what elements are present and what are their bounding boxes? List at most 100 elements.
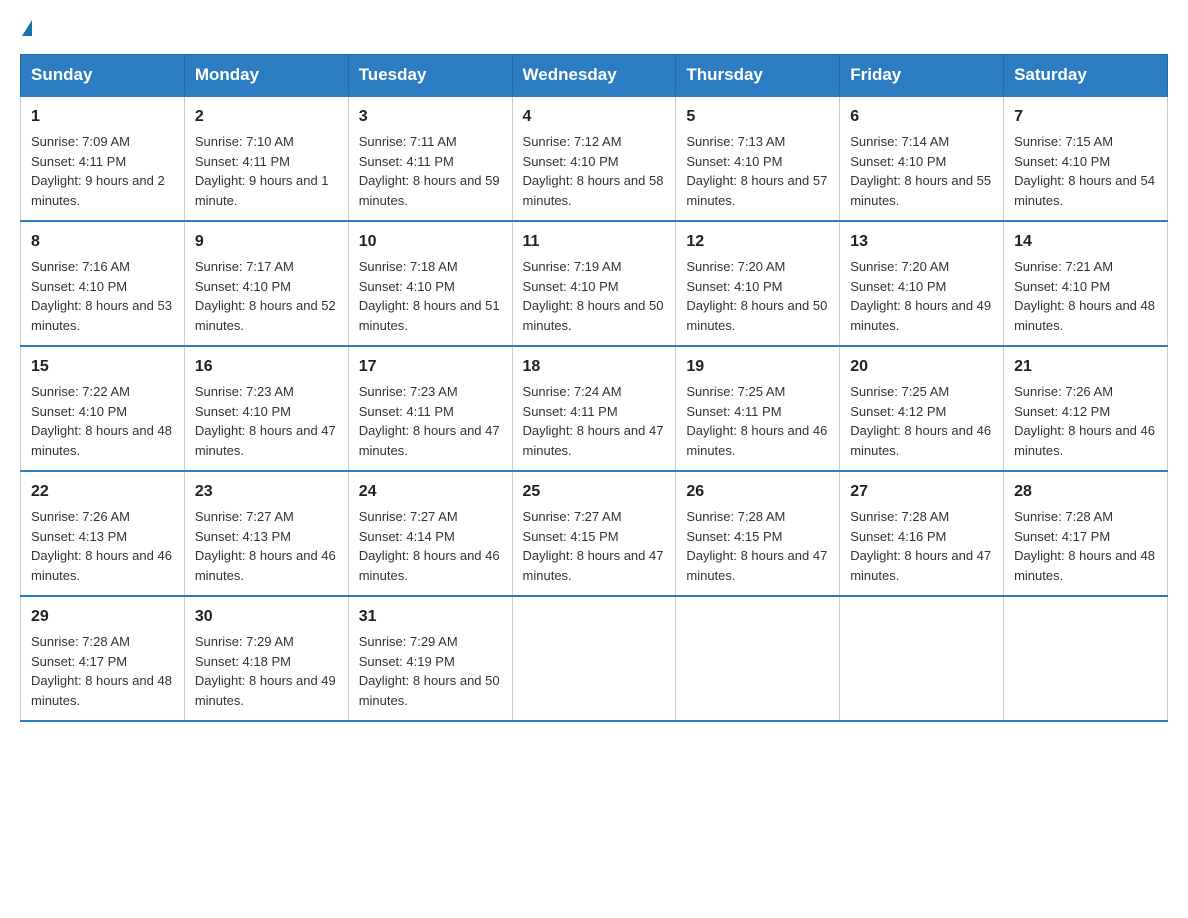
calendar-cell: 10 Sunrise: 7:18 AM Sunset: 4:10 PM Dayligh… xyxy=(348,221,512,346)
sunset-text: Sunset: 4:10 PM xyxy=(523,279,619,294)
sunrise-text: Sunrise: 7:25 AM xyxy=(850,384,949,399)
day-number: 12 xyxy=(686,230,829,254)
calendar-cell: 29Sunrise: 7:28 AMSunset: 4:17 PMDayligh… xyxy=(21,596,185,721)
day-number: 27 xyxy=(850,480,993,504)
sunset-text: Sunset: 4:10 PM xyxy=(195,404,291,419)
calendar-cell: 18Sunrise: 7:24 AMSunset: 4:11 PMDayligh… xyxy=(512,346,676,471)
sunset-text: Sunset: 4:10 PM xyxy=(686,154,782,169)
day-number: 3 xyxy=(359,105,502,129)
calendar-cell: 11Sunrise: 7:19 AMSunset: 4:10 PMDayligh… xyxy=(512,221,676,346)
sunrise-text: Sunrise: 7:23 AM xyxy=(359,384,458,399)
sunrise-text: Sunrise: 7:18 AM xyxy=(359,259,458,274)
sunrise-text: Sunrise: 7:11 AM xyxy=(359,134,457,149)
daylight-text: Daylight: 8 hours and 50 minutes. xyxy=(359,673,500,708)
daylight-text: Daylight: 8 hours and 47 minutes. xyxy=(686,548,827,583)
daylight-text: Daylight: 8 hours and 47 minutes. xyxy=(850,548,991,583)
sunrise-text: Sunrise: 7:12 AM xyxy=(523,134,622,149)
sunset-text: Sunset: 4:10 PM xyxy=(195,279,291,294)
page-header xyxy=(20,20,1168,36)
day-number: 20 xyxy=(850,355,993,379)
weekday-header-wednesday: Wednesday xyxy=(512,55,676,97)
sunset-text: Sunset: 4:11 PM xyxy=(523,404,618,419)
daylight-text: Daylight: 8 hours and 48 minutes. xyxy=(1014,548,1155,583)
day-number: 11 xyxy=(523,230,666,254)
sunset-text: Sunset: 4:11 PM xyxy=(359,154,454,169)
sunrise-text: Sunrise: 7:27 AM xyxy=(195,509,294,524)
sunset-text: Sunset: 4:14 PM xyxy=(359,529,455,544)
sunset-text: Sunset: 4:10 PM xyxy=(850,279,946,294)
calendar-cell: 9Sunrise: 7:17 AMSunset: 4:10 PMDaylight… xyxy=(184,221,348,346)
sunrise-text: Sunrise: 7:19 AM xyxy=(523,259,622,274)
calendar-cell: 23Sunrise: 7:27 AMSunset: 4:13 PMDayligh… xyxy=(184,471,348,596)
day-number: 14 xyxy=(1014,230,1157,254)
calendar-week-5: 29Sunrise: 7:28 AMSunset: 4:17 PMDayligh… xyxy=(21,596,1168,721)
day-number: 17 xyxy=(359,355,502,379)
sunrise-text: Sunrise: 7:17 AM xyxy=(195,259,294,274)
sunrise-text: Sunrise: 7:16 AM xyxy=(31,259,130,274)
daylight-text: Daylight: 8 hours and 46 minutes. xyxy=(195,548,336,583)
day-number: 21 xyxy=(1014,355,1157,379)
sunrise-text: Sunrise: 7:24 AM xyxy=(523,384,622,399)
day-number: 31 xyxy=(359,605,502,629)
calendar-table: SundayMondayTuesdayWednesdayThursdayFrid… xyxy=(20,54,1168,722)
calendar-cell: 8Sunrise: 7:16 AMSunset: 4:10 PMDaylight… xyxy=(21,221,185,346)
daylight-text: Daylight: 8 hours and 50 minutes. xyxy=(686,298,827,333)
sunset-text: Sunset: 4:17 PM xyxy=(1014,529,1110,544)
daylight-text: Daylight: 8 hours and 46 minutes. xyxy=(359,548,500,583)
day-number: 19 xyxy=(686,355,829,379)
calendar-cell xyxy=(512,596,676,721)
sunset-text: Sunset: 4:10 PM xyxy=(686,279,782,294)
calendar-cell: 26Sunrise: 7:28 AMSunset: 4:15 PMDayligh… xyxy=(676,471,840,596)
calendar-cell: 30Sunrise: 7:29 AMSunset: 4:18 PMDayligh… xyxy=(184,596,348,721)
daylight-text: Daylight: 8 hours and 46 minutes. xyxy=(850,423,991,458)
sunrise-text: Sunrise: 7:10 AM xyxy=(195,134,294,149)
sunrise-text: Sunrise: 7:27 AM xyxy=(359,509,458,524)
weekday-header-friday: Friday xyxy=(840,55,1004,97)
calendar-cell: 20Sunrise: 7:25 AMSunset: 4:12 PMDayligh… xyxy=(840,346,1004,471)
calendar-week-3: 15Sunrise: 7:22 AMSunset: 4:10 PMDayligh… xyxy=(21,346,1168,471)
day-number: 10 xyxy=(359,230,502,254)
daylight-text: Daylight: 8 hours and 51 minutes. xyxy=(359,298,500,333)
sunset-text: Sunset: 4:13 PM xyxy=(31,529,127,544)
sunset-text: Sunset: 4:10 PM xyxy=(523,154,619,169)
day-number: 7 xyxy=(1014,105,1157,129)
day-number: 9 xyxy=(195,230,338,254)
daylight-text: Daylight: 8 hours and 48 minutes. xyxy=(1014,298,1155,333)
sunrise-text: Sunrise: 7:25 AM xyxy=(686,384,785,399)
day-number: 8 xyxy=(31,230,174,254)
sunset-text: Sunset: 4:12 PM xyxy=(1014,404,1110,419)
sunset-text: Sunset: 4:10 PM xyxy=(359,279,455,294)
day-number: 13 xyxy=(850,230,993,254)
day-number: 28 xyxy=(1014,480,1157,504)
calendar-cell: 6Sunrise: 7:14 AMSunset: 4:10 PMDaylight… xyxy=(840,96,1004,221)
sunset-text: Sunset: 4:16 PM xyxy=(850,529,946,544)
calendar-cell: 21Sunrise: 7:26 AMSunset: 4:12 PMDayligh… xyxy=(1004,346,1168,471)
day-number: 16 xyxy=(195,355,338,379)
day-number: 5 xyxy=(686,105,829,129)
weekday-header-tuesday: Tuesday xyxy=(348,55,512,97)
sunrise-text: Sunrise: 7:15 AM xyxy=(1014,134,1113,149)
day-number: 30 xyxy=(195,605,338,629)
sunrise-text: Sunrise: 7:28 AM xyxy=(1014,509,1113,524)
sunrise-text: Sunrise: 7:20 AM xyxy=(686,259,785,274)
daylight-text: Daylight: 8 hours and 46 minutes. xyxy=(31,548,172,583)
sunrise-text: Sunrise: 7:26 AM xyxy=(1014,384,1113,399)
sunrise-text: Sunrise: 7:20 AM xyxy=(850,259,949,274)
weekday-header-thursday: Thursday xyxy=(676,55,840,97)
calendar-week-1: 1Sunrise: 7:09 AMSunset: 4:11 PMDaylight… xyxy=(21,96,1168,221)
calendar-cell: 16Sunrise: 7:23 AMSunset: 4:10 PMDayligh… xyxy=(184,346,348,471)
calendar-cell: 25Sunrise: 7:27 AMSunset: 4:15 PMDayligh… xyxy=(512,471,676,596)
daylight-text: Daylight: 8 hours and 48 minutes. xyxy=(31,423,172,458)
sunset-text: Sunset: 4:11 PM xyxy=(359,404,454,419)
daylight-text: Daylight: 8 hours and 46 minutes. xyxy=(686,423,827,458)
calendar-cell: 24Sunrise: 7:27 AMSunset: 4:14 PMDayligh… xyxy=(348,471,512,596)
calendar-cell: 7Sunrise: 7:15 AMSunset: 4:10 PMDaylight… xyxy=(1004,96,1168,221)
calendar-cell: 13Sunrise: 7:20 AMSunset: 4:10 PMDayligh… xyxy=(840,221,1004,346)
calendar-header-row: SundayMondayTuesdayWednesdayThursdayFrid… xyxy=(21,55,1168,97)
weekday-header-monday: Monday xyxy=(184,55,348,97)
day-number: 25 xyxy=(523,480,666,504)
sunset-text: Sunset: 4:13 PM xyxy=(195,529,291,544)
sunset-text: Sunset: 4:15 PM xyxy=(686,529,782,544)
sunset-text: Sunset: 4:18 PM xyxy=(195,654,291,669)
daylight-text: Daylight: 8 hours and 57 minutes. xyxy=(686,173,827,208)
